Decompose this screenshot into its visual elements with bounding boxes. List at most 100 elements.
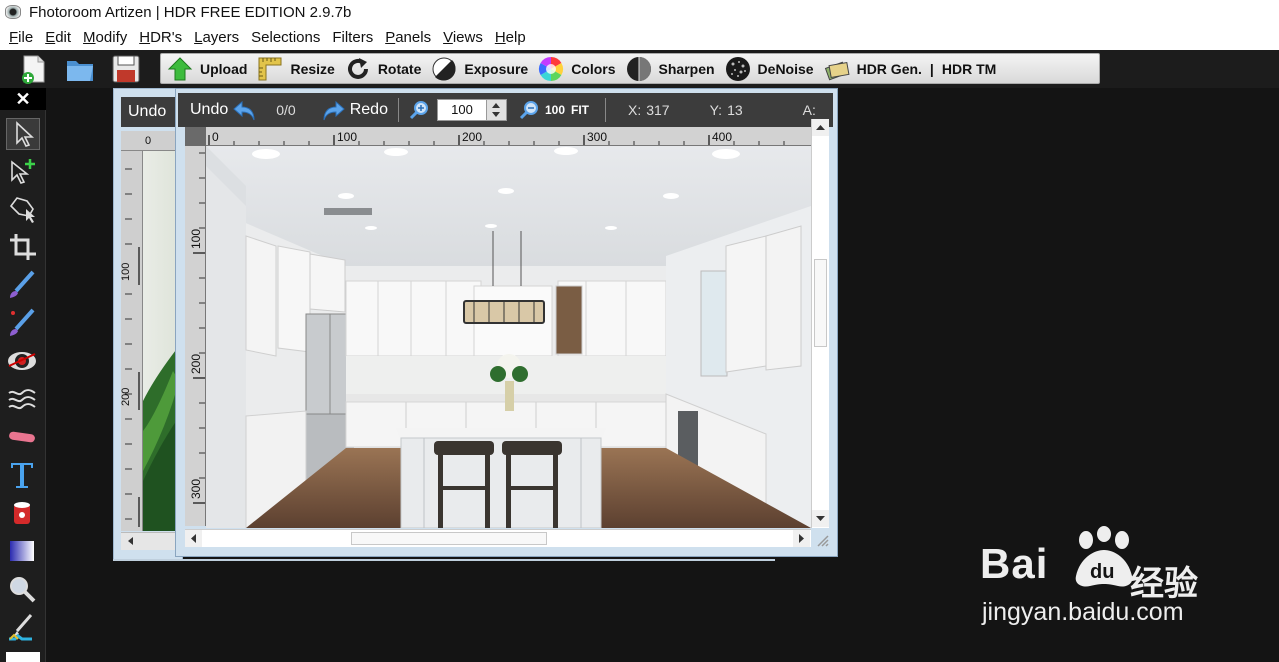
horizontal-scroll-thumb[interactable] — [351, 532, 547, 545]
scroll-right-icon[interactable] — [793, 530, 810, 547]
menu-bar: File Edit Modify HDR's Layers Selections… — [0, 24, 1279, 50]
hdr-tm-label: HDR TM — [941, 60, 997, 77]
denoise-label: DeNoise — [757, 60, 814, 77]
undo-arrow-icon[interactable] — [232, 98, 258, 122]
menu-layers[interactable]: Layers — [193, 29, 240, 46]
back-window-edge — [113, 559, 775, 561]
zoom-in-icon[interactable] — [409, 100, 429, 120]
zoom-spinner[interactable] — [486, 99, 507, 121]
scroll-up-icon[interactable] — [812, 119, 829, 136]
menu-panels[interactable]: Panels — [384, 29, 432, 46]
upload-label: Upload — [200, 60, 248, 77]
resize-label: Resize — [290, 60, 335, 77]
ruler-left: 100 200 300 — [185, 146, 206, 526]
redo-button[interactable]: Redo — [350, 101, 388, 119]
new-file-icon[interactable] — [18, 53, 50, 85]
lasso-icon[interactable] — [6, 194, 40, 226]
zoom-100-button[interactable]: 100 — [545, 103, 565, 117]
save-disk-icon[interactable] — [110, 53, 142, 85]
upload-button[interactable]: Upload — [167, 54, 247, 83]
paint-bucket-icon[interactable] — [6, 498, 40, 530]
eraser-icon[interactable] — [6, 422, 40, 454]
scroll-left-icon[interactable] — [185, 530, 202, 547]
menu-help[interactable]: Help — [494, 29, 527, 46]
crop-icon[interactable] — [6, 232, 40, 264]
back-ruler-top: 0 — [121, 131, 183, 151]
back-undo-button[interactable]: Undo — [128, 103, 166, 120]
redo-arrow-icon[interactable] — [320, 98, 346, 122]
zoom-out-icon[interactable] — [519, 100, 539, 120]
title-bar: Fhotoroom Artizen | HDR FREE EDITION 2.9… — [0, 0, 1279, 24]
back-window-hscroll[interactable] — [121, 532, 183, 550]
app-root: Fhotoroom Artizen | HDR FREE EDITION 2.9… — [0, 0, 1279, 662]
rotate-button[interactable]: Rotate — [345, 54, 422, 83]
toolbar-separator: | — [929, 60, 934, 77]
menu-filters[interactable]: Filters — [331, 29, 374, 46]
color-picker-icon[interactable] — [6, 612, 40, 644]
image-window-toolbar: Undo 0/0 Redo 100 100 FIT X: 317 Y: 13 A… — [178, 93, 833, 127]
background-image-window[interactable]: Undo 0 100 200 — [113, 88, 183, 560]
zoom-fit-button[interactable]: FIT — [571, 103, 589, 117]
a-label: A: — [802, 102, 816, 118]
hdr-gen-label: HDR Gen. — [856, 60, 922, 77]
open-folder-icon[interactable] — [64, 53, 96, 85]
red-eye-icon[interactable] — [6, 346, 40, 378]
select-arrow-icon[interactable] — [6, 118, 40, 150]
history-count: 0/0 — [276, 102, 296, 118]
x-value: 317 — [646, 102, 670, 118]
menu-modify[interactable]: Modify — [82, 29, 128, 46]
menu-file[interactable]: File — [8, 29, 34, 46]
resize-grip-icon[interactable] — [813, 531, 829, 547]
colors-label: Colors — [571, 60, 616, 77]
app-eye-icon — [5, 5, 21, 19]
kitchen-photo[interactable] — [206, 146, 811, 528]
denoise-button[interactable]: DeNoise — [725, 54, 814, 83]
ruler-resize-icon — [258, 57, 282, 80]
menu-views[interactable]: Views — [442, 29, 484, 46]
back-window-toolbar: Undo — [121, 97, 183, 127]
ruler-left-label: 200 — [189, 354, 203, 374]
sharpen-button[interactable]: Sharpen — [626, 54, 715, 83]
exposure-button[interactable]: Exposure — [431, 54, 528, 83]
vertical-scrollbar[interactable] — [811, 119, 829, 528]
menu-hdrs[interactable]: HDR's — [138, 29, 183, 46]
brush-icon[interactable] — [6, 270, 40, 302]
x-label: X: — [628, 102, 642, 118]
horizontal-scrollbar[interactable] — [185, 529, 811, 547]
svg-text:100: 100 — [121, 263, 132, 281]
image-window[interactable]: Undo 0/0 Redo 100 100 FIT X: 317 Y: 13 A… — [175, 88, 838, 557]
y-value: 13 — [727, 102, 743, 118]
gradient-icon[interactable] — [6, 536, 40, 568]
add-selection-arrow-icon[interactable] — [6, 156, 40, 188]
toolbar-actions: Upload Resize Rotate Exposure Colors Sha… — [160, 53, 1100, 84]
zoom-tool-icon[interactable] — [6, 574, 40, 606]
hdr-gen-button[interactable]: HDR Gen. — [824, 54, 922, 83]
clone-brush-icon[interactable] — [6, 308, 40, 340]
menu-selections[interactable]: Selections — [250, 29, 321, 46]
menu-edit[interactable]: Edit — [44, 29, 72, 46]
zoom-input[interactable]: 100 — [436, 99, 487, 121]
color-swatch[interactable] — [6, 652, 40, 662]
main-toolbar: Upload Resize Rotate Exposure Colors Sha… — [0, 50, 1279, 88]
palette-close-icon[interactable]: ✕ — [0, 88, 46, 110]
rotate-icon — [347, 57, 368, 79]
vertical-scroll-thumb[interactable] — [814, 259, 827, 347]
ruler-top-label: 100 — [337, 130, 357, 144]
ruler-top: 0 100 200 300 400 — [185, 127, 811, 146]
baidu-paw-icon: du — [1075, 526, 1133, 587]
colors-button[interactable]: Colors — [538, 54, 616, 83]
toolbar-divider — [397, 98, 399, 122]
rotate-label: Rotate — [377, 60, 422, 77]
smudge-waves-icon[interactable] — [6, 384, 40, 416]
scroll-down-icon[interactable] — [812, 510, 829, 527]
ruler-top-label: 0 — [212, 130, 219, 144]
undo-button[interactable]: Undo — [190, 101, 228, 119]
ruler-top-label: 200 — [462, 130, 482, 144]
text-tool-icon[interactable] — [6, 460, 40, 492]
back-ruler-zero: 0 — [145, 135, 152, 147]
baidu-watermark: Bai du 经验 jingyan.baidu.com — [980, 520, 1240, 640]
resize-button[interactable]: Resize — [257, 54, 335, 83]
back-ruler-left: 100 200 — [120, 151, 143, 531]
hdr-tm-button[interactable]: HDR TM — [942, 54, 996, 83]
y-label: Y: — [709, 102, 723, 118]
